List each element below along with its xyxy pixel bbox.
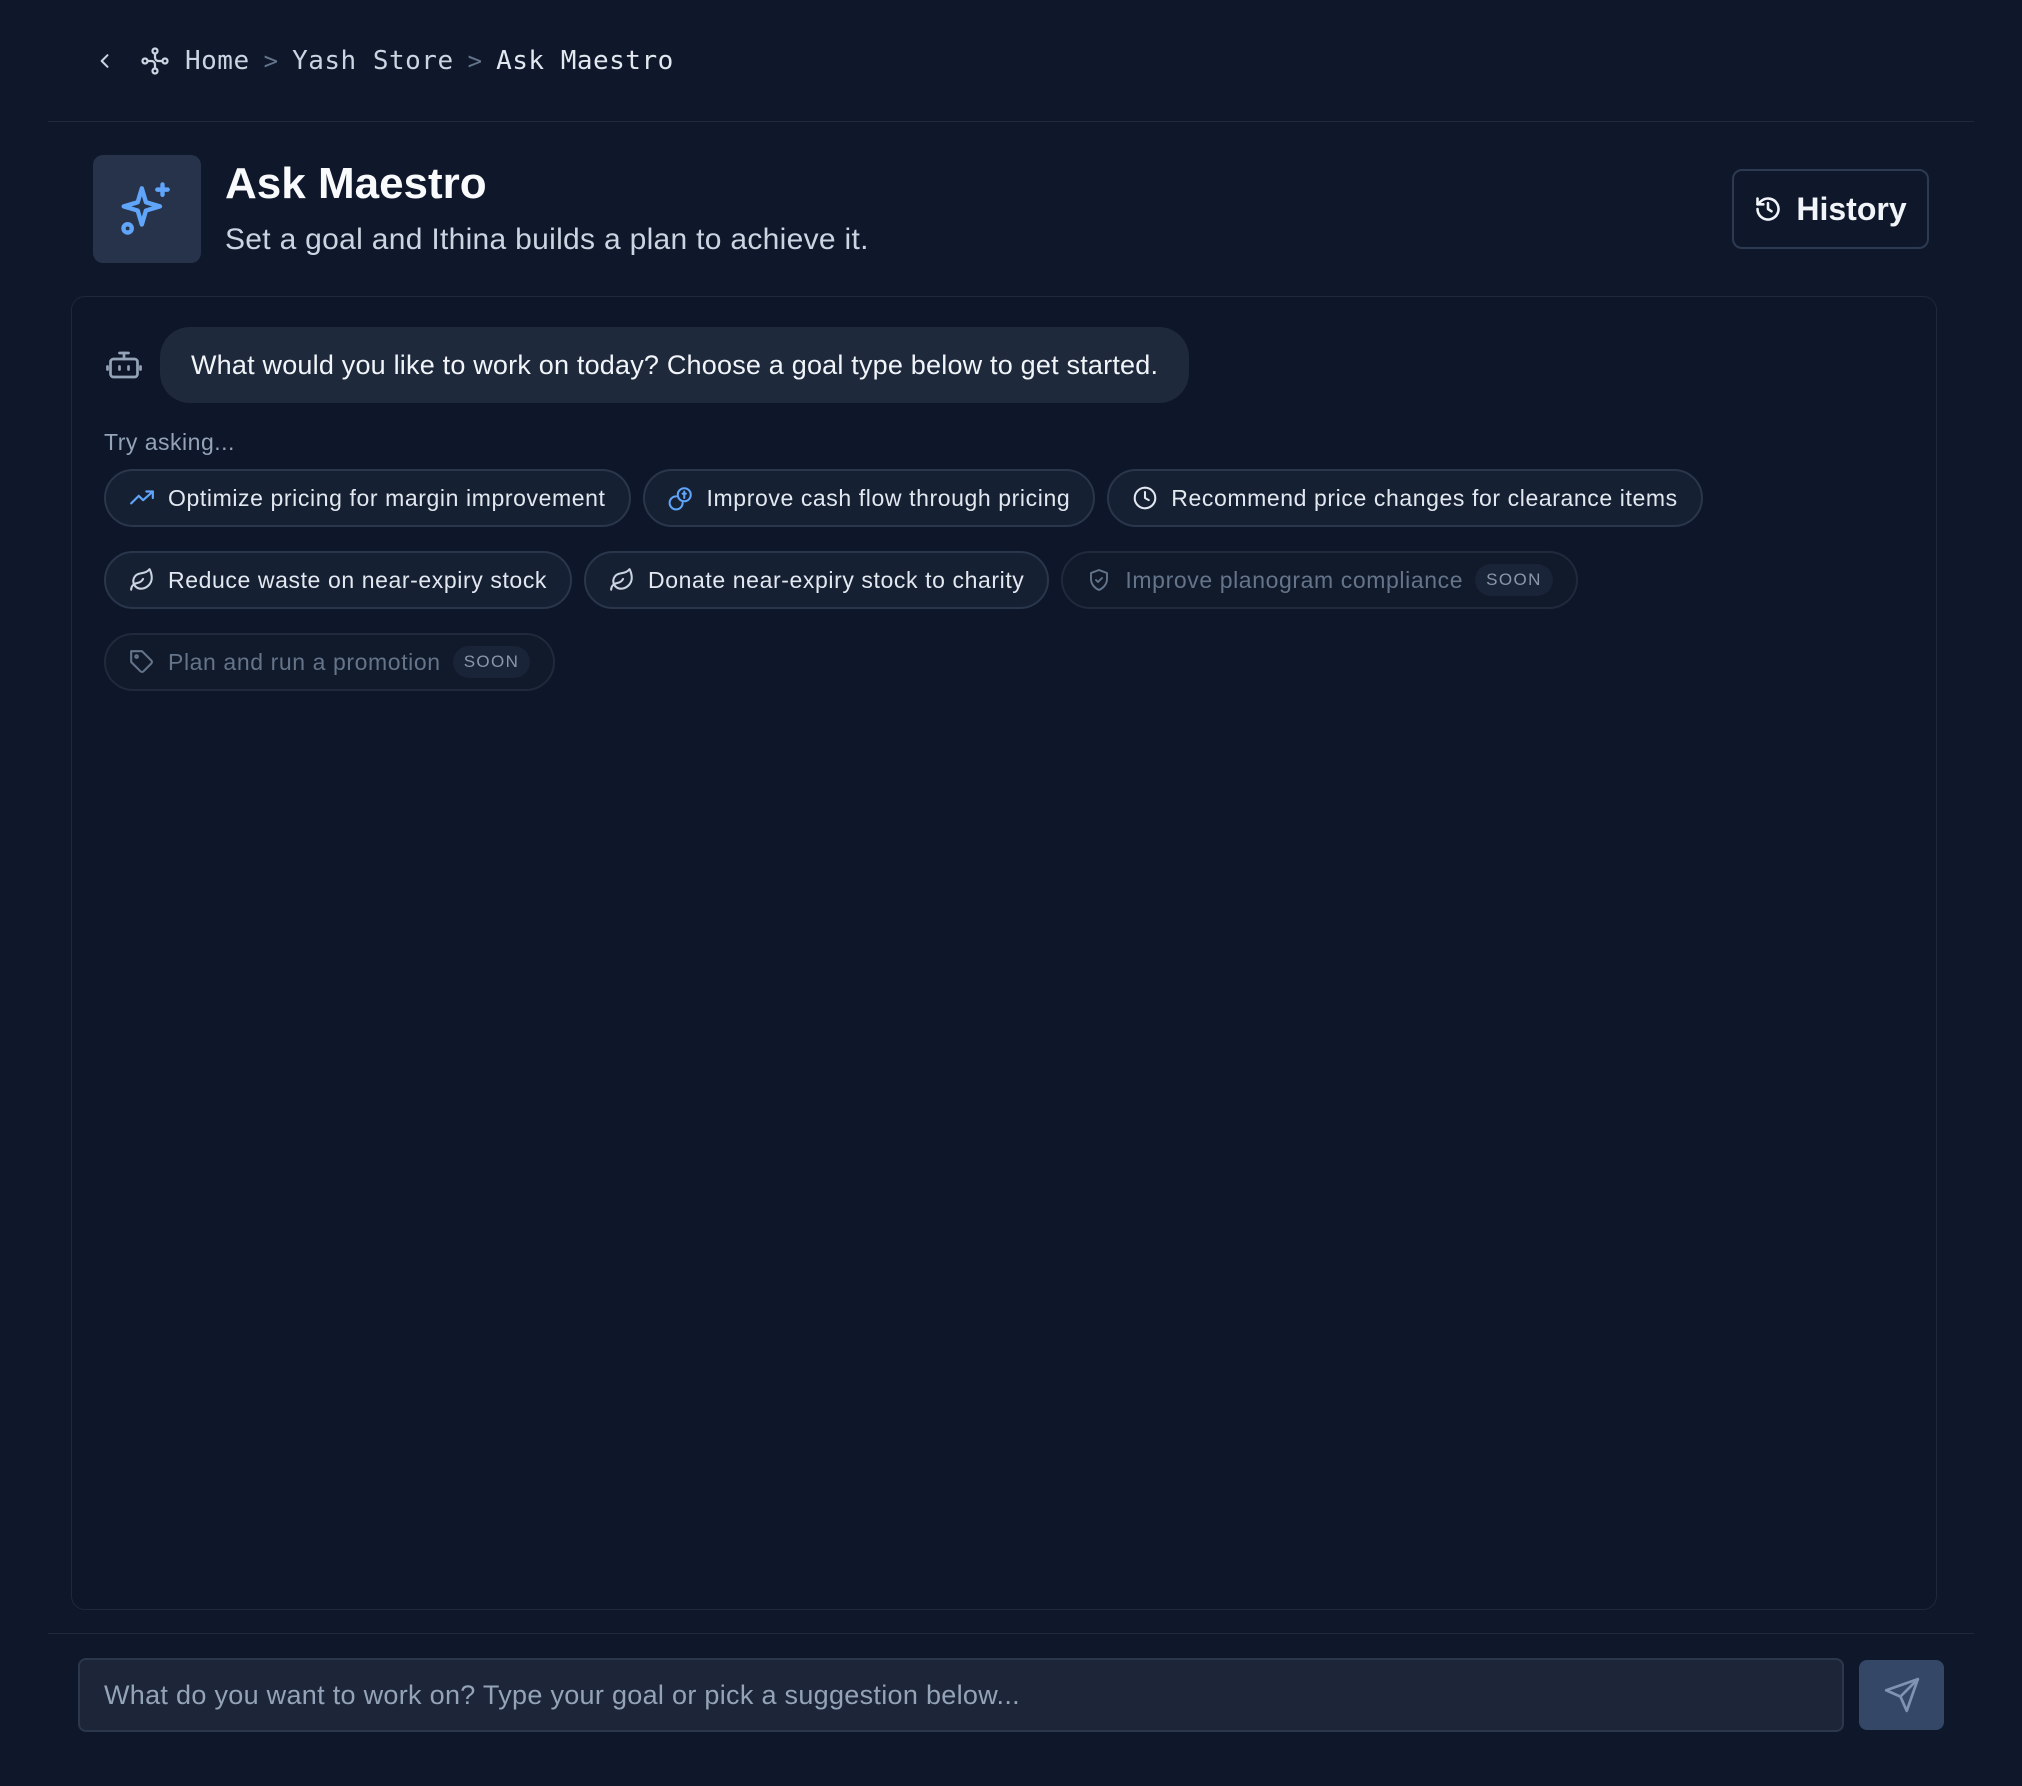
bot-message-row: What would you like to work on today? Ch… bbox=[104, 327, 1190, 403]
chevron-left-icon bbox=[100, 53, 109, 68]
send-icon bbox=[1884, 1677, 1919, 1713]
breadcrumb-bar: Home > Yash Store > Ask Maestro bbox=[48, 0, 1974, 122]
suggestion-label: Recommend price changes for clearance it… bbox=[1171, 484, 1678, 511]
suggestion-label: Optimize pricing for margin improvement bbox=[168, 484, 606, 511]
trending-up-icon bbox=[128, 484, 156, 512]
suggestion-label: Donate near-expiry stock to charity bbox=[648, 566, 1025, 593]
breadcrumb-separator: > bbox=[263, 46, 279, 75]
composer-divider bbox=[48, 1633, 1974, 1634]
bot-icon bbox=[104, 345, 144, 385]
suggestion-optimize-pricing[interactable]: Optimize pricing for margin improvement bbox=[104, 469, 631, 527]
leaf-icon bbox=[128, 566, 156, 594]
breadcrumb-separator: > bbox=[467, 46, 483, 75]
page-header: Ask Maestro Set a goal and Ithina builds… bbox=[93, 155, 869, 263]
history-button[interactable]: History bbox=[1732, 169, 1929, 249]
breadcrumb: Home > Yash Store > Ask Maestro bbox=[185, 46, 674, 76]
tag-icon bbox=[128, 648, 156, 676]
soon-badge: SOON bbox=[452, 646, 531, 678]
page-subtitle: Set a goal and Ithina builds a plan to a… bbox=[225, 223, 869, 256]
soon-badge: SOON bbox=[1475, 564, 1553, 596]
coins-icon bbox=[667, 484, 695, 512]
chat-panel: What would you like to work on today? Ch… bbox=[71, 296, 1937, 1610]
breadcrumb-store[interactable]: Yash Store bbox=[292, 46, 454, 76]
send-button[interactable] bbox=[1859, 1660, 1944, 1730]
try-asking-label: Try asking... bbox=[104, 429, 235, 455]
suggestion-planogram-compliance: Improve planogram compliance SOON bbox=[1061, 551, 1578, 609]
suggestion-label: Reduce waste on near-expiry stock bbox=[168, 566, 548, 593]
page-title: Ask Maestro bbox=[225, 159, 487, 208]
goal-input[interactable] bbox=[78, 1658, 1844, 1732]
suggestion-label: Improve cash flow through pricing bbox=[706, 484, 1071, 511]
clock-icon bbox=[1131, 484, 1159, 512]
suggestion-cash-flow[interactable]: Improve cash flow through pricing bbox=[642, 469, 1096, 527]
workflow-icon bbox=[139, 45, 171, 77]
breadcrumb-current: Ask Maestro bbox=[496, 45, 674, 76]
suggestion-clearance-pricing[interactable]: Recommend price changes for clearance it… bbox=[1107, 469, 1703, 527]
history-icon bbox=[1756, 197, 1781, 221]
suggestion-label: Improve planogram compliance bbox=[1125, 566, 1464, 593]
ask-maestro-page: Home > Yash Store > Ask Maestro Ask Maes… bbox=[0, 0, 2022, 1786]
suggestion-list: Optimize pricing for margin improvement … bbox=[104, 469, 1804, 691]
suggestion-plan-promotion: Plan and run a promotion SOON bbox=[104, 633, 556, 691]
back-button[interactable] bbox=[93, 49, 117, 73]
shield-check-icon bbox=[1085, 566, 1113, 594]
suggestion-donate-stock[interactable]: Donate near-expiry stock to charity bbox=[584, 551, 1050, 609]
sparkles-icon bbox=[93, 155, 201, 263]
suggestion-label: Plan and run a promotion bbox=[168, 648, 441, 675]
breadcrumb-home[interactable]: Home bbox=[185, 46, 250, 76]
suggestion-reduce-waste[interactable]: Reduce waste on near-expiry stock bbox=[104, 551, 573, 609]
history-label: History bbox=[1796, 190, 1907, 227]
leaf-icon bbox=[608, 566, 636, 594]
bot-message: What would you like to work on today? Ch… bbox=[160, 327, 1190, 403]
